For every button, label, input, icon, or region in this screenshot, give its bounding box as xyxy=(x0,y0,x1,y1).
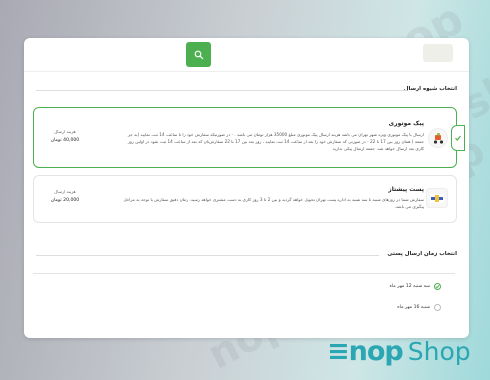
post-logo-icon xyxy=(426,188,448,208)
shipping-time-title: انتخاب زمان ارسال پستی xyxy=(387,251,457,257)
checkmark-icon xyxy=(455,135,461,141)
shipping-price-label: هزینه ارسال xyxy=(54,129,76,134)
site-header xyxy=(24,38,469,72)
shipping-time-option[interactable]: سه شنبه 12 مهر ماه xyxy=(389,283,441,290)
shipping-option-description: ارسال با پیک موتوری ویژه شهر تهران می با… xyxy=(127,132,424,151)
search-button[interactable] xyxy=(186,42,211,67)
shipping-time-label: سه شنبه 12 مهر ماه xyxy=(389,284,431,289)
shipping-option-motor-courier[interactable]: پیک موتوری ارسال با پیک موتوری ویژه شهر … xyxy=(33,107,465,168)
brand-shop: Shop xyxy=(407,337,471,366)
shipping-option-name: پیک موتوری xyxy=(388,120,424,127)
brand-mark: ≡nop xyxy=(327,336,404,367)
shipping-time-options: سه شنبه 12 مهر ماه شنبه 16 مهر ماه xyxy=(33,273,455,334)
divider xyxy=(36,255,379,256)
shipping-option-description: سفارش شما در روزهای شنبه تا سه شنبه به ا… xyxy=(123,197,424,209)
radio-unchecked-icon[interactable] xyxy=(434,304,441,311)
delivery-scooter-icon xyxy=(428,128,448,148)
selected-check xyxy=(451,125,465,151)
shipping-option-express-post[interactable]: پست پیشتاز سفارش شما در روزهای شنبه تا س… xyxy=(33,175,457,223)
checkout-panel: انتخاب شیوه ارسال پیک موتوری ارسال با پی… xyxy=(24,38,469,338)
shipping-time-option[interactable]: شنبه 16 مهر ماه xyxy=(397,304,441,311)
brand-logo: ≡nop Shop xyxy=(327,336,471,367)
shipping-option-name: پست پیشتاز xyxy=(388,186,424,193)
site-logo[interactable] xyxy=(423,44,453,62)
shipping-time-label: شنبه 16 مهر ماه xyxy=(397,305,430,310)
shipping-price-label: هزینه ارسال xyxy=(54,189,76,194)
shipping-method-title: انتخاب شیوه ارسال xyxy=(403,86,457,92)
shipping-price-value: 40,000 تومان xyxy=(50,138,80,143)
shipping-price-value: 20,000 تومان xyxy=(50,198,80,203)
divider xyxy=(36,90,407,91)
search-icon xyxy=(194,50,203,59)
radio-checked-icon[interactable] xyxy=(434,283,441,290)
